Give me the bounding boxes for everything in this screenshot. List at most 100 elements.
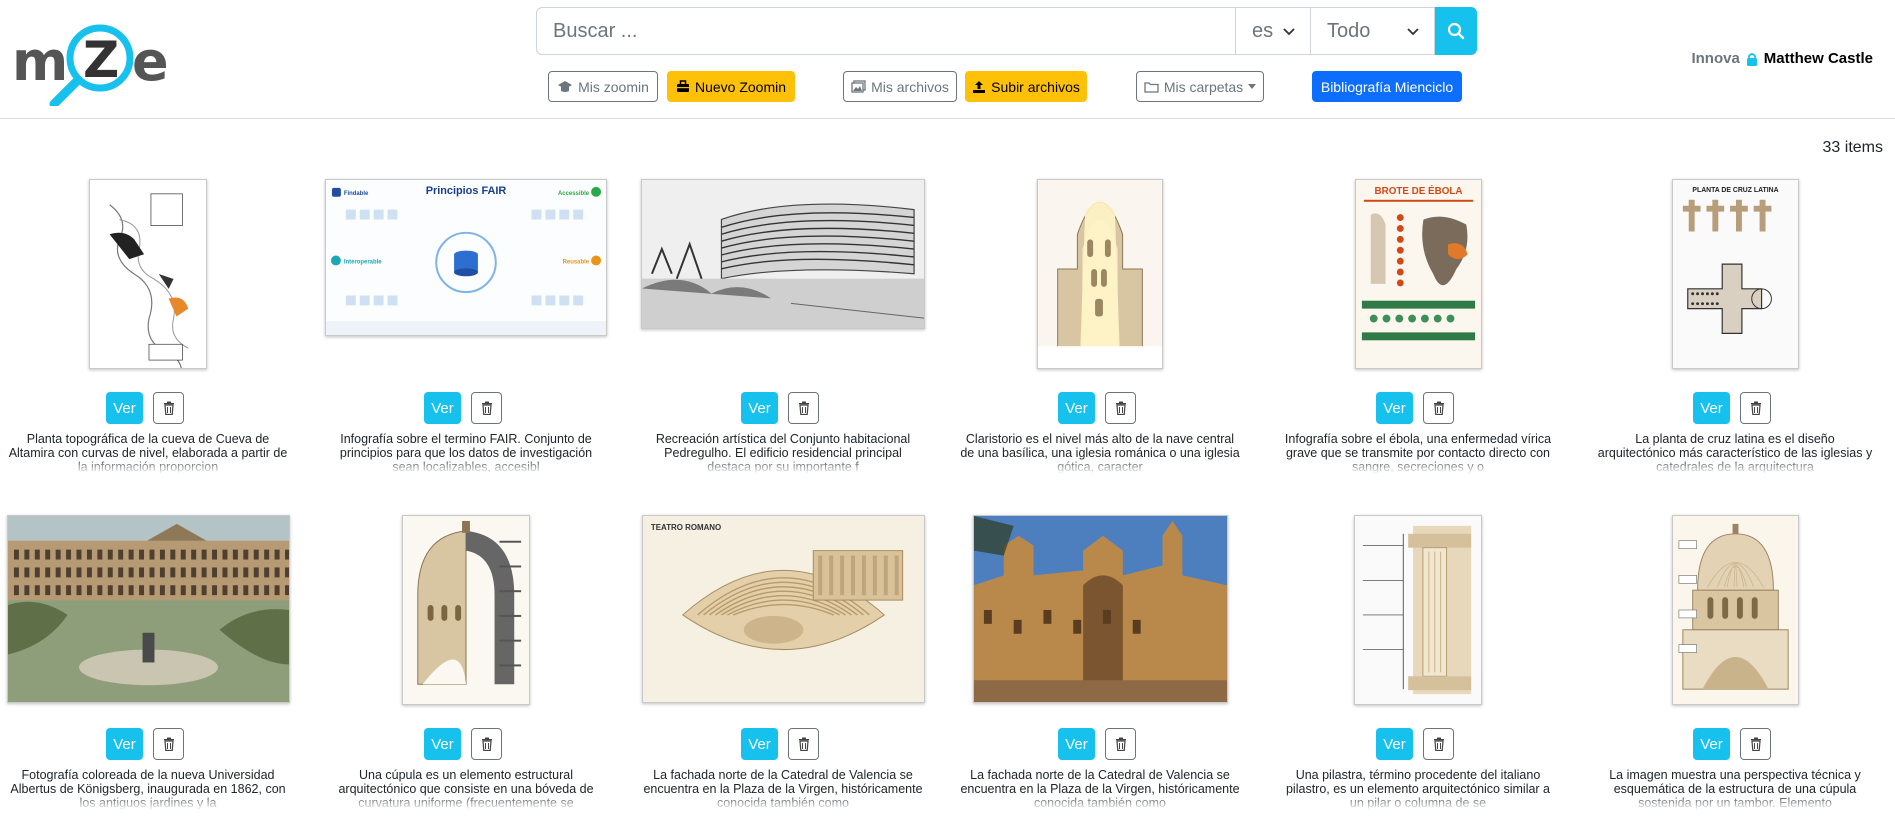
graduation-cap-icon bbox=[558, 80, 573, 92]
view-button[interactable]: Ver bbox=[106, 392, 143, 424]
trash-icon bbox=[1115, 401, 1126, 415]
trash-icon bbox=[481, 737, 492, 751]
user-area: Innova Matthew Castle bbox=[1691, 50, 1873, 67]
item-thumbnail[interactable] bbox=[402, 515, 530, 705]
svg-text:Interoperable: Interoperable bbox=[344, 259, 382, 265]
scope-select-value: Todo bbox=[1327, 19, 1371, 42]
item-description: Recreación artística del Conjunto habita… bbox=[655, 432, 911, 474]
top-header: m Z e es Todo Mis zoomin Nuevo Zoomin bbox=[0, 0, 1895, 119]
chevron-down-icon bbox=[1283, 28, 1295, 36]
trash-icon bbox=[163, 737, 174, 751]
item-thumbnail[interactable] bbox=[972, 515, 1228, 703]
mis-zoomin-label: Mis zoomin bbox=[578, 78, 649, 95]
view-button[interactable]: Ver bbox=[1693, 392, 1730, 424]
trash-icon bbox=[481, 401, 492, 415]
delete-button[interactable] bbox=[471, 392, 502, 424]
subir-archivos-button[interactable]: Subir archivos bbox=[965, 71, 1087, 102]
bibliografia-label: Bibliografía Mienciclo bbox=[1320, 78, 1454, 95]
items-count: 33 items bbox=[1822, 139, 1883, 156]
item-thumbnail[interactable] bbox=[641, 179, 925, 329]
view-button[interactable]: Ver bbox=[1693, 728, 1730, 760]
item-actions: Ver bbox=[1268, 392, 1568, 424]
item-thumbnail[interactable] bbox=[6, 515, 290, 703]
item-thumbnail[interactable] bbox=[1037, 179, 1163, 369]
item-thumbnail[interactable] bbox=[1354, 515, 1482, 705]
item-description: Una pilastra, término procedente del ita… bbox=[1285, 768, 1551, 810]
mze-logo[interactable]: m Z e bbox=[12, 18, 182, 109]
delete-button[interactable] bbox=[153, 728, 184, 760]
trash-icon bbox=[798, 401, 809, 415]
delete-button[interactable] bbox=[471, 728, 502, 760]
item-actions: Ver bbox=[316, 728, 616, 760]
search-icon bbox=[1447, 22, 1465, 40]
item-actions: Ver bbox=[1585, 392, 1885, 424]
delete-button[interactable] bbox=[1423, 728, 1454, 760]
nuevo-zoomin-button[interactable]: Nuevo Zoomin bbox=[667, 71, 795, 102]
view-button[interactable]: Ver bbox=[106, 728, 143, 760]
trash-icon bbox=[1115, 737, 1126, 751]
item-actions: Ver bbox=[1268, 728, 1568, 760]
delete-button[interactable] bbox=[1740, 392, 1771, 424]
svg-text:Reusable: Reusable bbox=[563, 259, 590, 265]
view-button[interactable]: Ver bbox=[424, 392, 461, 424]
images-icon bbox=[851, 80, 866, 93]
view-button[interactable]: Ver bbox=[1058, 392, 1095, 424]
search-input[interactable] bbox=[536, 7, 1236, 55]
trash-icon bbox=[163, 401, 174, 415]
caret-down-icon bbox=[1248, 83, 1257, 89]
view-button[interactable]: Ver bbox=[424, 728, 461, 760]
trash-icon bbox=[798, 737, 809, 751]
svg-text:m: m bbox=[12, 30, 68, 93]
mis-archivos-button[interactable]: Mis archivos bbox=[843, 71, 957, 102]
item-description: Claristorio es el nivel más alto de la n… bbox=[960, 432, 1240, 474]
organization-label: Innova bbox=[1691, 50, 1740, 67]
item-description: La planta de cruz latina es el diseño ar… bbox=[1597, 432, 1873, 474]
toolbox-icon bbox=[676, 80, 689, 92]
svg-text:Principios FAIR: Principios FAIR bbox=[426, 185, 507, 197]
chevron-down-icon bbox=[1407, 28, 1419, 36]
language-select-value: es bbox=[1252, 19, 1274, 42]
item-description: Planta topográfica de la cueva de Cueva … bbox=[8, 432, 288, 474]
item-thumbnail[interactable] bbox=[1671, 515, 1799, 705]
view-button[interactable]: Ver bbox=[1058, 728, 1095, 760]
trash-icon bbox=[1750, 737, 1761, 751]
item-description: La imagen muestra una perspectiva técnic… bbox=[1609, 768, 1861, 810]
item-actions: Ver bbox=[950, 728, 1250, 760]
view-button[interactable]: Ver bbox=[1376, 392, 1413, 424]
item-thumbnail[interactable]: Principios FAIR Findable Accessible Inte… bbox=[325, 179, 607, 336]
lock-icon bbox=[1746, 52, 1757, 66]
language-select[interactable]: es bbox=[1236, 7, 1311, 55]
svg-text:Accessible: Accessible bbox=[558, 191, 590, 197]
delete-button[interactable] bbox=[1423, 392, 1454, 424]
search-button[interactable] bbox=[1435, 7, 1477, 55]
item-thumbnail[interactable]: TEATRO ROMANO bbox=[641, 515, 925, 703]
trash-icon bbox=[1433, 737, 1444, 751]
delete-button[interactable] bbox=[788, 728, 819, 760]
item-actions: Ver bbox=[316, 392, 616, 424]
delete-button[interactable] bbox=[153, 392, 184, 424]
item-thumbnail[interactable]: BROTE DE ÉBOLA bbox=[1354, 179, 1482, 369]
svg-text:Z: Z bbox=[83, 31, 119, 89]
item-description: La fachada norte de la Catedral de Valen… bbox=[643, 768, 923, 810]
delete-button[interactable] bbox=[1105, 392, 1136, 424]
scope-select[interactable]: Todo bbox=[1311, 7, 1435, 55]
mis-carpetas-dropdown[interactable]: Mis carpetas bbox=[1136, 71, 1264, 102]
nuevo-zoomin-label: Nuevo Zoomin bbox=[694, 78, 787, 95]
svg-text:TEATRO ROMANO: TEATRO ROMANO bbox=[650, 523, 720, 532]
mis-zoomin-button[interactable]: Mis zoomin bbox=[548, 71, 658, 102]
delete-button[interactable] bbox=[1105, 728, 1136, 760]
item-actions: Ver bbox=[950, 392, 1250, 424]
view-button[interactable]: Ver bbox=[741, 728, 778, 760]
item-description: Infografía sobre el ébola, una enfermeda… bbox=[1284, 432, 1552, 474]
item-description: Una cúpula es un elemento estructural ar… bbox=[338, 768, 594, 810]
subir-archivos-label: Subir archivos bbox=[991, 78, 1080, 95]
delete-button[interactable] bbox=[788, 392, 819, 424]
mis-carpetas-label: Mis carpetas bbox=[1163, 78, 1244, 95]
item-thumbnail[interactable] bbox=[89, 179, 207, 369]
bibliografia-button[interactable]: Bibliografía Mienciclo bbox=[1312, 71, 1462, 102]
delete-button[interactable] bbox=[1740, 728, 1771, 760]
view-button[interactable]: Ver bbox=[1376, 728, 1413, 760]
item-thumbnail[interactable]: PLANTA DE CRUZ LATINA bbox=[1671, 179, 1799, 369]
view-button[interactable]: Ver bbox=[741, 392, 778, 424]
user-name[interactable]: Matthew Castle bbox=[1764, 50, 1873, 67]
